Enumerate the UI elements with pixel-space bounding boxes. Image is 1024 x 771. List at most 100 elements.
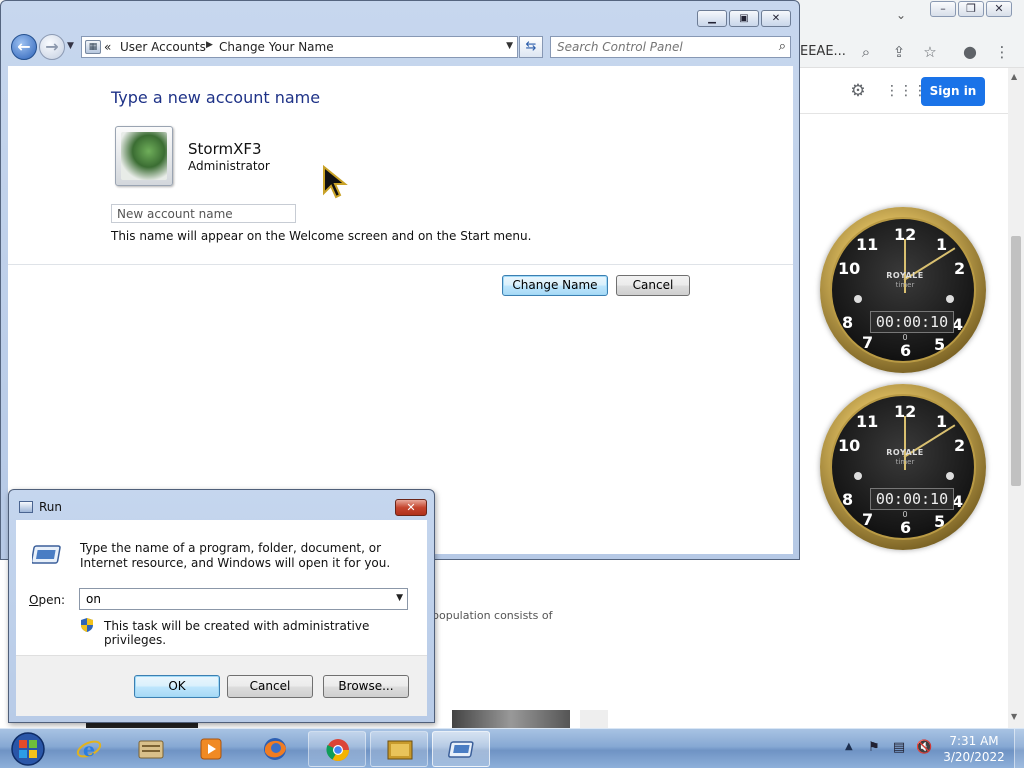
search-icon[interactable]: ⌕ bbox=[779, 39, 786, 54]
new-account-name-input[interactable] bbox=[111, 204, 296, 223]
search-box[interactable]: ⌕ bbox=[550, 36, 791, 58]
close-button[interactable]: ✕ bbox=[761, 10, 791, 27]
clock-small-digit: 0 bbox=[902, 333, 908, 342]
taskbar-time[interactable]: 7:31 AM bbox=[934, 734, 1014, 748]
divider bbox=[8, 264, 793, 265]
media-player-icon bbox=[200, 738, 222, 760]
browser-restore-button[interactable]: ❐ bbox=[958, 1, 984, 17]
clock-numeral: 8 bbox=[842, 313, 854, 332]
run-close-button[interactable]: ✕ bbox=[395, 499, 427, 516]
recent-pages-dropdown[interactable]: ▼ bbox=[67, 41, 74, 51]
profile-icon[interactable]: ● bbox=[960, 42, 980, 62]
breadcrumb-overflow[interactable]: « bbox=[104, 40, 111, 54]
account-role: Administrator bbox=[188, 159, 270, 173]
tab-search-chevron-icon[interactable]: ⌄ bbox=[896, 8, 906, 22]
taskbar-date[interactable]: 3/20/2022 bbox=[934, 750, 1014, 764]
apps-grid-icon[interactable]: ⋮⋮⋮ bbox=[885, 81, 927, 101]
run-program-icon bbox=[448, 741, 474, 758]
browse-button[interactable]: Browse... bbox=[323, 675, 409, 698]
run-app-icon bbox=[19, 501, 33, 513]
browser-address-bar[interactable]: EEAE... bbox=[798, 36, 1024, 66]
scroll-up-arrow-icon[interactable]: ▲ bbox=[1011, 72, 1017, 81]
clock-numeral: 11 bbox=[856, 412, 879, 431]
clock-face: 12 1 2 4 5 6 7 8 10 11 ROYALE timer 00:0… bbox=[830, 394, 976, 540]
account-picture bbox=[115, 126, 173, 186]
clock-numeral: 11 bbox=[856, 235, 879, 254]
scroll-down-arrow-icon[interactable]: ▼ bbox=[1011, 712, 1017, 721]
share-icon[interactable]: ⇪ bbox=[889, 42, 909, 62]
change-name-button[interactable]: Change Name bbox=[502, 275, 608, 296]
run-dialog: Run ✕ Type the name of a program, folder… bbox=[8, 489, 435, 723]
clock-gadget[interactable]: 12 1 2 4 5 6 7 8 10 11 ROYALE timer 00:0… bbox=[820, 207, 986, 373]
address-dropdown-icon[interactable]: ▼ bbox=[506, 41, 513, 51]
clock-numeral: 1 bbox=[936, 235, 948, 254]
page-thumbnail[interactable] bbox=[580, 710, 608, 728]
clock-marker bbox=[854, 295, 862, 303]
bookmark-star-icon[interactable]: ☆ bbox=[920, 42, 940, 62]
browser-minimize-button[interactable]: – bbox=[930, 1, 956, 17]
close-icon: ✕ bbox=[406, 501, 416, 514]
cancel-button[interactable]: Cancel bbox=[616, 275, 690, 296]
network-icon[interactable]: ▤ bbox=[891, 740, 907, 756]
menu-dots-icon[interactable]: ⋮ bbox=[992, 42, 1012, 62]
clock-face: 12 1 2 4 5 6 7 8 10 11 ROYALE timer 00:0… bbox=[830, 217, 976, 363]
run-cancel-button[interactable]: Cancel bbox=[227, 675, 313, 698]
clock-numeral: 8 bbox=[842, 490, 854, 509]
volume-muted-icon[interactable]: 🔇 bbox=[916, 740, 932, 756]
show-hidden-icons-chevron[interactable]: ▲ bbox=[845, 741, 853, 752]
control-panel-icon: ▦ bbox=[85, 40, 101, 54]
clock-marker bbox=[946, 472, 954, 480]
action-center-flag-icon[interactable]: ⚑ bbox=[866, 740, 882, 756]
start-button[interactable] bbox=[4, 730, 52, 768]
clock-gadget[interactable]: 12 1 2 4 5 6 7 8 10 11 ROYALE timer 00:0… bbox=[820, 384, 986, 550]
run-dialog-body: Type the name of a program, folder, docu… bbox=[16, 520, 427, 655]
back-arrow-icon: ← bbox=[17, 37, 31, 56]
breadcrumb-separator-icon[interactable]: ▶ bbox=[206, 40, 213, 50]
chrome-icon bbox=[326, 739, 349, 761]
refresh-button[interactable]: ⇆ bbox=[519, 36, 543, 58]
taskbar-gold-app[interactable] bbox=[370, 731, 428, 767]
dialog-title: Run bbox=[39, 500, 63, 514]
internet-explorer-icon: e bbox=[76, 739, 102, 761]
taskbar-internet-explorer[interactable]: e bbox=[60, 731, 118, 767]
account-name: StormXF3 bbox=[188, 140, 262, 158]
chevron-down-icon[interactable]: ▼ bbox=[396, 593, 403, 603]
taskbar-firefox[interactable] bbox=[246, 731, 304, 767]
maximize-button[interactable]: ▣ bbox=[729, 10, 759, 27]
address-bar[interactable]: ▦ « User Accounts ▶ Change Your Name ▼ bbox=[81, 36, 518, 58]
taskbar-file-explorer[interactable] bbox=[122, 731, 180, 767]
taskbar-media-player[interactable] bbox=[182, 731, 240, 767]
taskbar: e ▲ ⚑ ▤ 🔇 7:31 AM 3/20/2022 bbox=[0, 728, 1024, 769]
ok-button[interactable]: OK bbox=[134, 675, 220, 698]
page-title: Type a new account name bbox=[111, 88, 321, 107]
sign-in-button[interactable]: Sign in bbox=[921, 77, 985, 106]
svg-text:e: e bbox=[83, 739, 95, 761]
forward-button[interactable]: → bbox=[39, 34, 65, 60]
browser-scrollbar[interactable]: ▲ ▼ bbox=[1008, 68, 1024, 728]
open-combobox[interactable]: ▼ bbox=[79, 588, 408, 610]
page-thumbnail[interactable] bbox=[452, 710, 570, 728]
search-input[interactable] bbox=[555, 39, 765, 55]
scrollbar-thumb[interactable] bbox=[1011, 236, 1021, 486]
clock-marker bbox=[854, 472, 862, 480]
open-input[interactable] bbox=[84, 591, 374, 607]
minimize-button[interactable]: ▁ bbox=[697, 10, 727, 27]
settings-gear-icon[interactable]: ⚙ bbox=[848, 81, 868, 101]
admin-privileges-note: This task will be created with administr… bbox=[104, 619, 370, 647]
clock-sub: timer bbox=[895, 458, 915, 466]
back-button[interactable]: ← bbox=[11, 34, 37, 60]
forward-arrow-icon: → bbox=[45, 37, 59, 56]
clock-small-digit: 0 bbox=[902, 510, 908, 519]
breadcrumb-user-accounts[interactable]: User Accounts bbox=[120, 40, 206, 54]
taskbar-run[interactable] bbox=[432, 731, 490, 767]
address-text: EEAE... bbox=[800, 44, 846, 59]
uac-shield-icon bbox=[80, 617, 94, 633]
breadcrumb-change-your-name[interactable]: Change Your Name bbox=[219, 40, 334, 54]
zoom-icon[interactable]: ⌕ bbox=[856, 42, 876, 62]
taskbar-chrome[interactable] bbox=[308, 731, 366, 767]
show-desktop-button[interactable] bbox=[1014, 729, 1024, 769]
firefox-icon bbox=[264, 738, 286, 760]
run-dialog-footer: OK Cancel Browse... bbox=[16, 655, 427, 716]
browser-window-controls: – ❐ ✕ bbox=[930, 1, 1012, 17]
browser-close-button[interactable]: ✕ bbox=[986, 1, 1012, 17]
